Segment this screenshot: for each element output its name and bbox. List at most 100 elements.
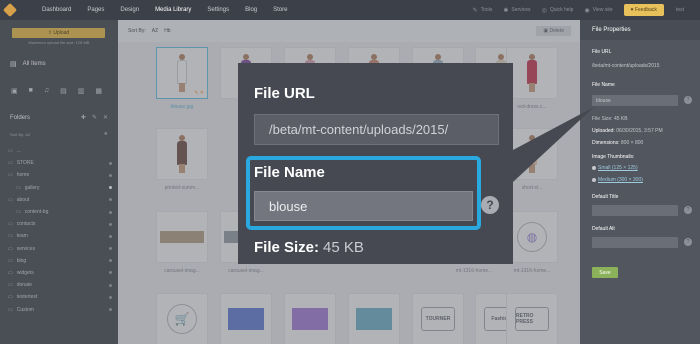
user-menu[interactable]: test <box>676 7 684 13</box>
nav-media-library[interactable]: Media Library <box>155 7 191 13</box>
sort-type-button[interactable]: Hb <box>164 28 170 34</box>
folder-label: about <box>16 196 30 203</box>
folder-item[interactable]: ▭ home <box>8 169 112 181</box>
folder-item[interactable]: ▭ blog <box>8 255 112 267</box>
media-tile[interactable]: ✎ ✕ <box>156 47 208 99</box>
media-tile[interactable] <box>506 128 558 180</box>
media-tile[interactable] <box>156 211 208 263</box>
file-url-value[interactable]: /beta/mt-content/uploads/2015 <box>592 63 660 69</box>
archive-filter-icon[interactable]: ▥ <box>78 87 85 95</box>
folder-item[interactable]: ▭ services <box>8 243 112 255</box>
folder-icon: ▭ <box>8 282 13 289</box>
default-title-field[interactable] <box>592 205 678 216</box>
nav-dashboard[interactable]: Dashboard <box>42 7 71 13</box>
media-type-filters: ▣ ■ ♫ ▤ ▥ ▦ <box>11 87 113 95</box>
media-tile[interactable]: 🛒 <box>156 293 208 344</box>
folder-item[interactable]: ▭ content-bg <box>8 206 112 218</box>
thumb-small-radio[interactable] <box>592 166 596 170</box>
folder-item[interactable]: ▭ testertest <box>8 291 112 303</box>
logo-thumbnail: TOURNER <box>421 307 455 331</box>
logo-icon[interactable] <box>0 0 20 20</box>
folder-icon: ▭ <box>8 245 13 252</box>
default-alt-field[interactable] <box>592 237 678 248</box>
folder-status-dot <box>109 222 112 226</box>
folder-icon: ▭ <box>8 172 13 179</box>
folder-item[interactable]: ▭ widgets <box>8 267 112 279</box>
tools-link[interactable]: ✎ Tools <box>473 7 493 14</box>
folder-status-dot <box>109 186 112 190</box>
feedback-button[interactable]: ♥ Feedback <box>623 4 664 16</box>
save-button[interactable]: Save <box>592 267 618 278</box>
folder-item[interactable]: ▭ team <box>8 230 112 242</box>
thumb-medium-radio[interactable] <box>592 178 596 182</box>
nav-settings[interactable]: Settings <box>207 7 229 13</box>
nav-blog[interactable]: Blog <box>245 7 257 13</box>
cart-icon: 🛒 <box>167 304 197 334</box>
folder-icon: ▭ <box>16 184 21 191</box>
video-filter-icon[interactable]: ■ <box>29 87 33 95</box>
folder-item[interactable]: ▭ contacts <box>8 218 112 230</box>
file-name-field[interactable]: blouse <box>592 95 678 106</box>
upload-button[interactable]: ⇧ Upload <box>12 28 105 38</box>
logo-thumbnail: RETRO PRESS <box>515 307 549 331</box>
audio-filter-icon[interactable]: ♫ <box>44 87 49 95</box>
edit-folder-icon[interactable]: ✎ <box>92 114 97 121</box>
top-navigation: Dashboard Pages Design Media Library Set… <box>0 0 700 20</box>
model-photo <box>176 54 188 92</box>
nav-store[interactable]: Store <box>273 7 287 13</box>
media-tile[interactable]: TOURNER <box>412 293 464 344</box>
folder-icon: ▭ <box>8 160 13 167</box>
help-icon[interactable]: ? <box>684 96 692 104</box>
document-filter-icon[interactable]: ▤ <box>60 87 67 95</box>
help-icon[interactable]: ? <box>481 196 499 214</box>
media-tile[interactable] <box>348 293 400 344</box>
folder-icon: ▭ <box>8 294 13 301</box>
eye-icon: ◉ <box>584 7 590 14</box>
services-link[interactable]: ✱ Services <box>503 7 530 14</box>
carousel-thumbnail <box>160 231 204 243</box>
thumb-small-link[interactable]: Small (125 × 125) <box>598 165 638 171</box>
folder-status-dot <box>109 198 112 202</box>
all-items-link[interactable]: ▤ All Items <box>10 60 46 68</box>
media-tile[interactable]: RETRO PRESS <box>506 293 558 344</box>
media-tile[interactable] <box>506 47 558 99</box>
media-tile[interactable] <box>284 293 336 344</box>
zoom-file-url-field[interactable]: /beta/mt-content/uploads/2015/ <box>254 114 499 145</box>
default-alt-label: Default Alt <box>592 226 615 232</box>
help-icon[interactable]: ? <box>684 206 692 214</box>
other-filter-icon[interactable]: ▦ <box>95 87 102 95</box>
nav-design[interactable]: Design <box>120 7 139 13</box>
folder-item[interactable]: ▭ Custom <box>8 303 112 315</box>
sort-az-button[interactable]: AZ <box>152 28 158 34</box>
nav-pages[interactable]: Pages <box>87 7 104 13</box>
view-site-link[interactable]: ◉ View site <box>584 7 612 14</box>
add-folder-icon[interactable]: ✚ <box>81 114 86 121</box>
folder-item[interactable]: ▭ gallery <box>8 182 112 194</box>
quick-help-link[interactable]: ◎ Quick help <box>542 7 574 14</box>
file-url-label: File URL <box>592 49 612 55</box>
delete-button[interactable]: ▣ Delete <box>536 26 571 36</box>
dimensions-value: Dimensions: 800 × 800 <box>592 140 644 146</box>
media-tile[interactable] <box>220 293 272 344</box>
edit-delete-icon[interactable]: ✎ ✕ <box>194 90 204 96</box>
media-tile[interactable] <box>156 128 208 180</box>
folder-status-dot <box>109 210 112 214</box>
folder-item[interactable]: ▭ STORE <box>8 157 112 169</box>
folder-item[interactable]: ▭... <box>8 145 112 157</box>
sort-az-option[interactable]: AZ <box>25 132 30 137</box>
delete-folder-icon[interactable]: ✕ <box>103 114 108 121</box>
help-icon[interactable]: ? <box>684 238 692 246</box>
folders-header: Folders ✚ ✎ ✕ <box>10 114 108 122</box>
thumb-medium-link[interactable]: Medium (300 × 300) <box>598 177 643 183</box>
upload-size-note: Maximum upload file size: 128 MB <box>28 40 90 45</box>
media-tile[interactable]: ◍ <box>506 211 558 263</box>
folder-item[interactable]: ▭ donate <box>8 279 112 291</box>
default-title-label: Default Title <box>592 194 619 200</box>
zoom-file-name-field[interactable]: blouse <box>254 191 473 221</box>
thumbnails-label: Image Thumbnails: <box>592 154 635 160</box>
star-icon[interactable]: ★ <box>104 131 108 137</box>
folder-item[interactable]: ▭ about <box>8 194 112 206</box>
model-photo <box>526 54 538 92</box>
folder-label: gallery <box>24 184 40 191</box>
image-filter-icon[interactable]: ▣ <box>11 87 18 95</box>
